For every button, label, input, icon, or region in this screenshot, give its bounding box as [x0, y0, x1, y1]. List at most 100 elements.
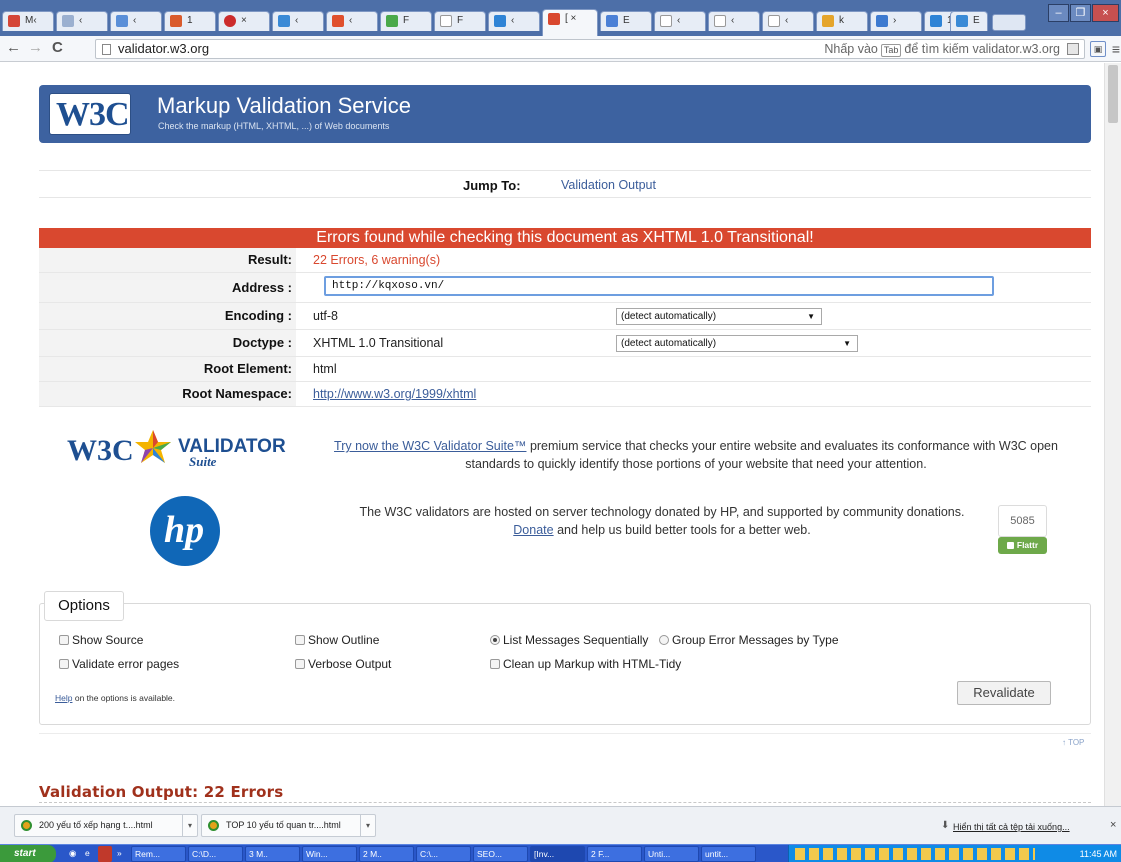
doctype-select[interactable]: (detect automatically) ▼: [616, 335, 858, 352]
flattr-button[interactable]: Flattr: [998, 537, 1047, 554]
minimize-icon[interactable]: –: [1048, 4, 1069, 22]
help-link[interactable]: Help: [55, 693, 72, 703]
namespace-link[interactable]: http://www.w3.org/1999/xhtml: [313, 382, 476, 406]
browser-toolbar: ← → C validator.w3.org Nhấp vào Tab để tìm…: [0, 36, 1121, 62]
w3c-logo[interactable]: W3C: [49, 93, 131, 135]
address-input[interactable]: http://kqxoso.vn/: [324, 276, 994, 296]
taskbar-item[interactable]: 3 M..: [245, 846, 300, 862]
quicklaunch-ie-icon[interactable]: e: [82, 846, 96, 862]
doctype-value: XHTML 1.0 Transitional: [313, 336, 444, 350]
download-item[interactable]: 200 yếu tố xếp hạng t....html ▾: [14, 814, 198, 837]
suite-logo-w3c: W3C: [67, 434, 134, 467]
chrome-icon: [208, 820, 219, 831]
suite-promo-text: Try now the W3C Validator Suite™ premium…: [334, 439, 1058, 471]
tab-3[interactable]: 1: [164, 11, 216, 31]
page-title: Markup Validation Service: [157, 93, 411, 118]
tab-14[interactable]: ‹: [762, 11, 814, 31]
encoding-select[interactable]: (detect automatically) ▼: [616, 308, 822, 325]
taskbar-item[interactable]: Rem...: [131, 846, 186, 862]
tab-16[interactable]: ›: [870, 11, 922, 31]
taskbar-item[interactable]: Unti...: [644, 846, 699, 862]
options-help-text: Help on the options is available.: [55, 693, 176, 703]
tab-13[interactable]: ‹: [708, 11, 760, 31]
tab-1[interactable]: ‹: [56, 11, 108, 31]
tab-2[interactable]: ‹: [110, 11, 162, 31]
donate-link[interactable]: Donate: [513, 523, 553, 537]
group-errors-radio[interactable]: Group Error Messages by Type: [659, 633, 839, 647]
bookmark-manager-icon[interactable]: [1067, 43, 1079, 55]
tab-4[interactable]: ×: [218, 11, 270, 31]
mail-icon: [278, 15, 290, 27]
url-text: validator.w3.org: [118, 41, 210, 56]
taskbar-item[interactable]: C:\...: [416, 846, 471, 862]
close-icon[interactable]: ×: [1110, 819, 1116, 831]
close-window-icon[interactable]: ×: [1092, 4, 1119, 22]
maximize-icon[interactable]: ❐: [1070, 4, 1091, 22]
hp-sponsor-text: The W3C validators are hosted on server …: [359, 505, 965, 537]
tab-active-validator[interactable]: [ ×: [542, 9, 598, 36]
quicklaunch-more[interactable]: »: [114, 846, 128, 862]
taskbar-item[interactable]: 2 M..: [359, 846, 414, 862]
divider: [39, 733, 1091, 734]
quicklaunch-chrome-icon[interactable]: ◉: [66, 846, 80, 862]
validation-output-title: Validation Output: 22 Errors: [39, 783, 284, 801]
forward-arrow-icon[interactable]: →: [28, 40, 43, 56]
site-icon: [224, 15, 236, 27]
tab-15[interactable]: k: [816, 11, 868, 31]
extension-icon[interactable]: ▣: [1090, 41, 1106, 57]
site-icon: [930, 15, 942, 27]
google-plus-icon: [606, 15, 618, 27]
scrollbar-thumb[interactable]: [1108, 65, 1118, 123]
flattr-icon: [1006, 542, 1014, 549]
hp-logo[interactable]: hp: [150, 496, 220, 566]
start-button[interactable]: start: [0, 845, 56, 862]
taskbar: start ◉ e » Rem... C:\D... 3 M.. Win... …: [0, 844, 1121, 862]
show-source-checkbox[interactable]: Show Source: [59, 633, 143, 647]
taskbar-item[interactable]: 2 F...: [587, 846, 642, 862]
tab-9[interactable]: ‹: [488, 11, 540, 31]
tab-8[interactable]: F: [434, 11, 486, 31]
page-icon: [768, 15, 780, 27]
suite-link[interactable]: Try now the W3C Validator Suite™: [334, 439, 526, 453]
validator-suite-logo[interactable]: W3C VALIDATOR Suite: [67, 429, 299, 467]
tab-6[interactable]: ‹: [326, 11, 378, 31]
clock: 11:45 AM: [1079, 849, 1117, 859]
jump-bar: Jump To: Validation Output: [39, 170, 1091, 198]
tab-5[interactable]: ‹: [272, 11, 324, 31]
taskbar-item[interactable]: SEO...: [473, 846, 528, 862]
tab-11[interactable]: E: [600, 11, 652, 31]
quicklaunch-app-icon[interactable]: [98, 846, 112, 862]
html-tidy-checkbox[interactable]: Clean up Markup with HTML-Tidy: [490, 657, 681, 671]
tab-18[interactable]: E: [950, 11, 988, 31]
system-tray: 11:45 AM: [788, 845, 1121, 862]
flattr-count: 5085: [998, 505, 1047, 537]
back-arrow-icon[interactable]: ←: [6, 40, 21, 56]
site-icon: [116, 15, 128, 27]
address-bar[interactable]: validator.w3.org Nhấp vào Tab để tìm kiếm …: [95, 39, 1085, 59]
jump-link-validation-output[interactable]: Validation Output: [561, 178, 656, 192]
verbose-output-checkbox[interactable]: Verbose Output: [295, 657, 391, 671]
drive-icon: [494, 15, 506, 27]
menu-icon[interactable]: ≡: [1108, 41, 1121, 57]
taskbar-item[interactable]: untit...: [701, 846, 756, 862]
vertical-scrollbar[interactable]: [1104, 63, 1121, 806]
taskbar-item-active[interactable]: [Inv...: [530, 846, 585, 862]
reload-icon[interactable]: C: [52, 40, 63, 56]
tab-12[interactable]: ‹: [654, 11, 706, 31]
download-item[interactable]: TOP 10 yếu tố quan tr....html ▾: [201, 814, 376, 837]
validate-error-pages-checkbox[interactable]: Validate error pages: [59, 657, 179, 671]
chevron-down-icon[interactable]: ▾: [360, 815, 375, 836]
show-all-downloads-link[interactable]: Hiển thị tất cả tệp tải xuống...: [953, 822, 1070, 832]
back-to-top-link[interactable]: ↑ TOP: [1062, 738, 1084, 747]
tab-7[interactable]: F: [380, 11, 432, 31]
taskbar-item[interactable]: C:\D...: [188, 846, 243, 862]
taskbar-item[interactable]: Win...: [302, 846, 357, 862]
new-tab-button[interactable]: [992, 14, 1026, 31]
page-icon: [102, 44, 111, 55]
tab-0[interactable]: M‹: [2, 11, 54, 31]
tray-icons[interactable]: [795, 848, 1035, 860]
chevron-down-icon[interactable]: ▾: [182, 815, 197, 836]
revalidate-button[interactable]: Revalidate: [957, 681, 1051, 705]
list-sequential-radio[interactable]: List Messages Sequentially: [490, 633, 648, 647]
show-outline-checkbox[interactable]: Show Outline: [295, 633, 379, 647]
